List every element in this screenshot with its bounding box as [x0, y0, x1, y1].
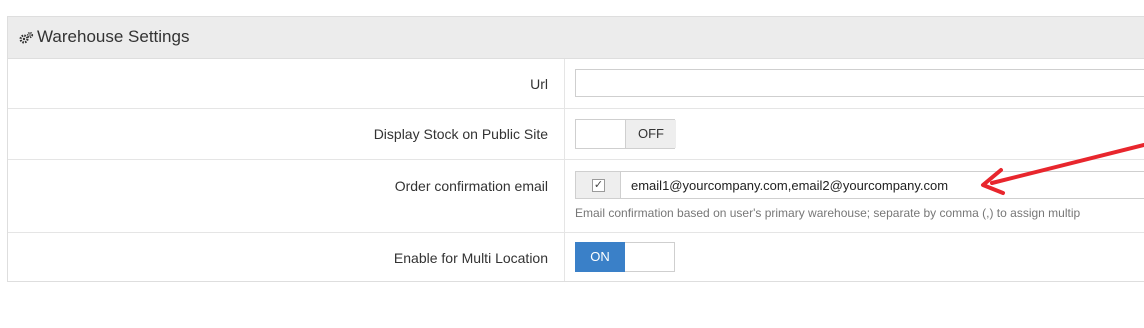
row-divider — [564, 160, 565, 232]
display-stock-label: Display Stock on Public Site — [373, 126, 548, 142]
order-email-checkbox[interactable]: ✓ — [592, 179, 605, 192]
row-divider — [564, 109, 565, 159]
url-label: Url — [530, 76, 548, 92]
url-input[interactable] — [575, 69, 1144, 97]
warehouse-settings-panel: Warehouse Settings Url Display Stock on … — [7, 16, 1144, 282]
panel-header: Warehouse Settings — [8, 17, 1144, 59]
row-divider — [564, 59, 565, 108]
url-row: Url — [8, 59, 1144, 109]
panel-title: Warehouse Settings — [37, 27, 190, 46]
gears-icon — [19, 31, 34, 44]
multi-location-row: Enable for Multi Location ON — [8, 233, 1144, 281]
order-email-row: Order confirmation email ✓ Email confirm… — [8, 160, 1144, 233]
display-stock-toggle[interactable]: OFF — [575, 119, 676, 149]
order-email-label: Order confirmation email — [394, 178, 548, 194]
toggle-state-label: OFF — [625, 120, 676, 148]
order-email-checkbox-addon: ✓ — [575, 171, 621, 199]
multi-location-label: Enable for Multi Location — [393, 250, 548, 266]
order-email-input[interactable] — [620, 171, 1144, 199]
display-stock-row: Display Stock on Public Site OFF — [8, 109, 1144, 160]
toggle-state-label: ON — [575, 242, 625, 272]
multi-location-toggle[interactable]: ON — [575, 242, 675, 272]
row-divider — [564, 233, 565, 281]
order-email-help-text: Email confirmation based on user's prima… — [575, 206, 1081, 220]
